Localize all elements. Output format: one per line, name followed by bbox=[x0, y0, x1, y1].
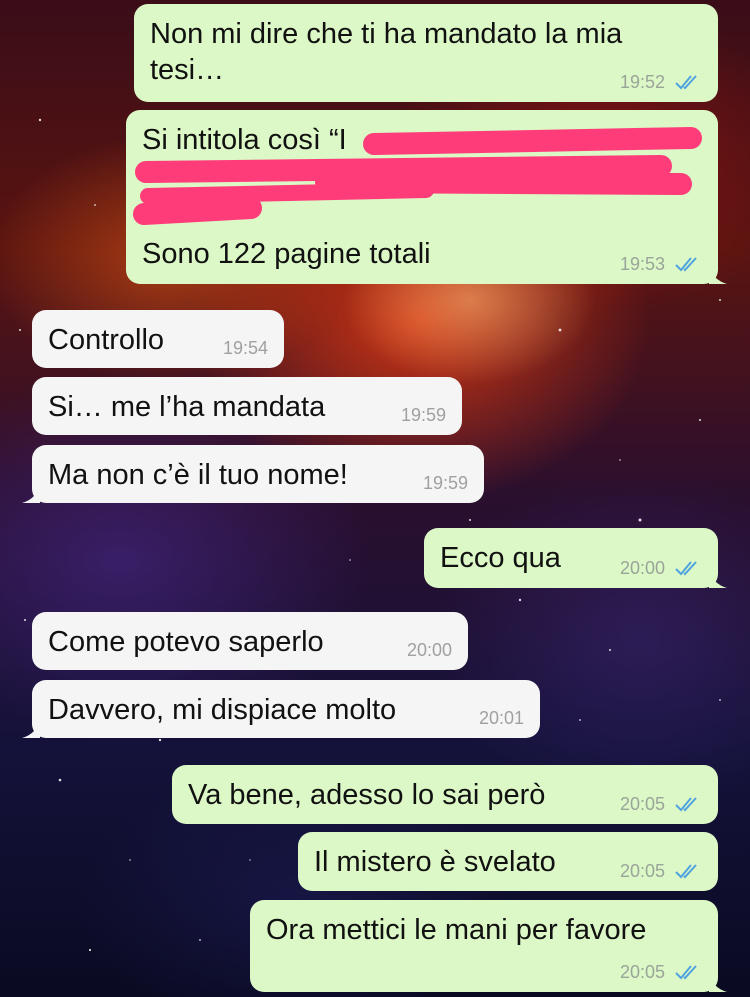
message-text: Controllo bbox=[48, 324, 165, 356]
message-time: 19:59 bbox=[400, 405, 446, 425]
message-text: Come potevo saperlo bbox=[48, 626, 324, 658]
message-time: 20:01 bbox=[478, 708, 524, 728]
message-text: Il mistero è svelato bbox=[314, 846, 556, 878]
message-time: 20:00 bbox=[620, 558, 702, 578]
message-bubble-outgoing[interactable]: Ecco qua 20:00 bbox=[424, 528, 727, 588]
message-text: Va bene, adesso lo sai però bbox=[188, 779, 546, 811]
message-bubble-outgoing[interactable]: Il mistero è svelato 20:05 bbox=[298, 832, 718, 891]
double-check-read-icon bbox=[675, 561, 697, 576]
message-time: 20:05 bbox=[620, 861, 702, 881]
message-text: Ecco qua bbox=[440, 542, 561, 574]
message-bubble-incoming[interactable]: Si… me l’ha mandata 19:59 bbox=[32, 377, 462, 435]
message-text: Ma non c’è il tuo nome! bbox=[48, 459, 348, 491]
double-check-read-icon bbox=[675, 797, 697, 812]
message-text: Non mi dire che ti ha mandato la mia tes… bbox=[150, 18, 623, 86]
timestamp: 20:00 bbox=[619, 558, 665, 578]
bubble-tail bbox=[709, 974, 727, 992]
message-bubble-outgoing[interactable]: Ora mettici le mani per favore 20:05 bbox=[250, 900, 727, 992]
message-text: Ora mettici le mani per favore bbox=[266, 914, 647, 946]
message-bubble-incoming[interactable]: Controllo 19:54 bbox=[32, 310, 284, 368]
double-check-read-icon bbox=[675, 75, 697, 90]
message-text-start: Si intitola così “I bbox=[142, 124, 347, 156]
message-time: 20:00 bbox=[406, 640, 452, 660]
double-check-read-icon bbox=[675, 257, 697, 272]
message-time: 19:53 bbox=[620, 254, 702, 274]
message-text: Davvero, mi dispiace molto bbox=[48, 694, 397, 726]
timestamp: 20:05 bbox=[619, 962, 665, 982]
message-bubble-incoming[interactable]: Davvero, mi dispiace molto 20:01 bbox=[22, 680, 540, 738]
message-bubble-outgoing[interactable]: Non mi dire che ti ha mandato la mia tes… bbox=[134, 4, 718, 102]
bubble-tail bbox=[709, 266, 727, 284]
double-check-read-icon bbox=[675, 864, 697, 879]
message-text-end: Sono 122 pagine totali bbox=[142, 238, 431, 270]
message-bubble-incoming[interactable]: Come potevo saperlo 20:00 bbox=[32, 612, 468, 670]
message-text: Si… me l’ha mandata bbox=[48, 391, 326, 423]
message-time: 20:05 bbox=[620, 962, 702, 982]
bubble-tail bbox=[22, 485, 40, 503]
timestamp: 19:53 bbox=[619, 254, 665, 274]
double-check-read-icon bbox=[675, 965, 697, 980]
message-bubble-incoming[interactable]: Ma non c’è il tuo nome! 19:59 bbox=[22, 445, 484, 503]
message-time: 19:59 bbox=[422, 473, 468, 493]
bubble-tail bbox=[709, 570, 727, 588]
message-time: 20:05 bbox=[620, 794, 702, 814]
message-bubble-outgoing[interactable]: Va bene, adesso lo sai però 20:05 bbox=[172, 765, 718, 824]
timestamp: 19:52 bbox=[619, 72, 665, 92]
message-time: 19:54 bbox=[222, 338, 268, 358]
bubble-tail bbox=[22, 720, 40, 738]
timestamp: 20:05 bbox=[619, 794, 665, 814]
message-time: 19:52 bbox=[620, 72, 702, 92]
message-bubble-outgoing[interactable]: Si intitola così “I Sono 122 pagine tota… bbox=[126, 110, 727, 284]
timestamp: 20:05 bbox=[619, 861, 665, 881]
